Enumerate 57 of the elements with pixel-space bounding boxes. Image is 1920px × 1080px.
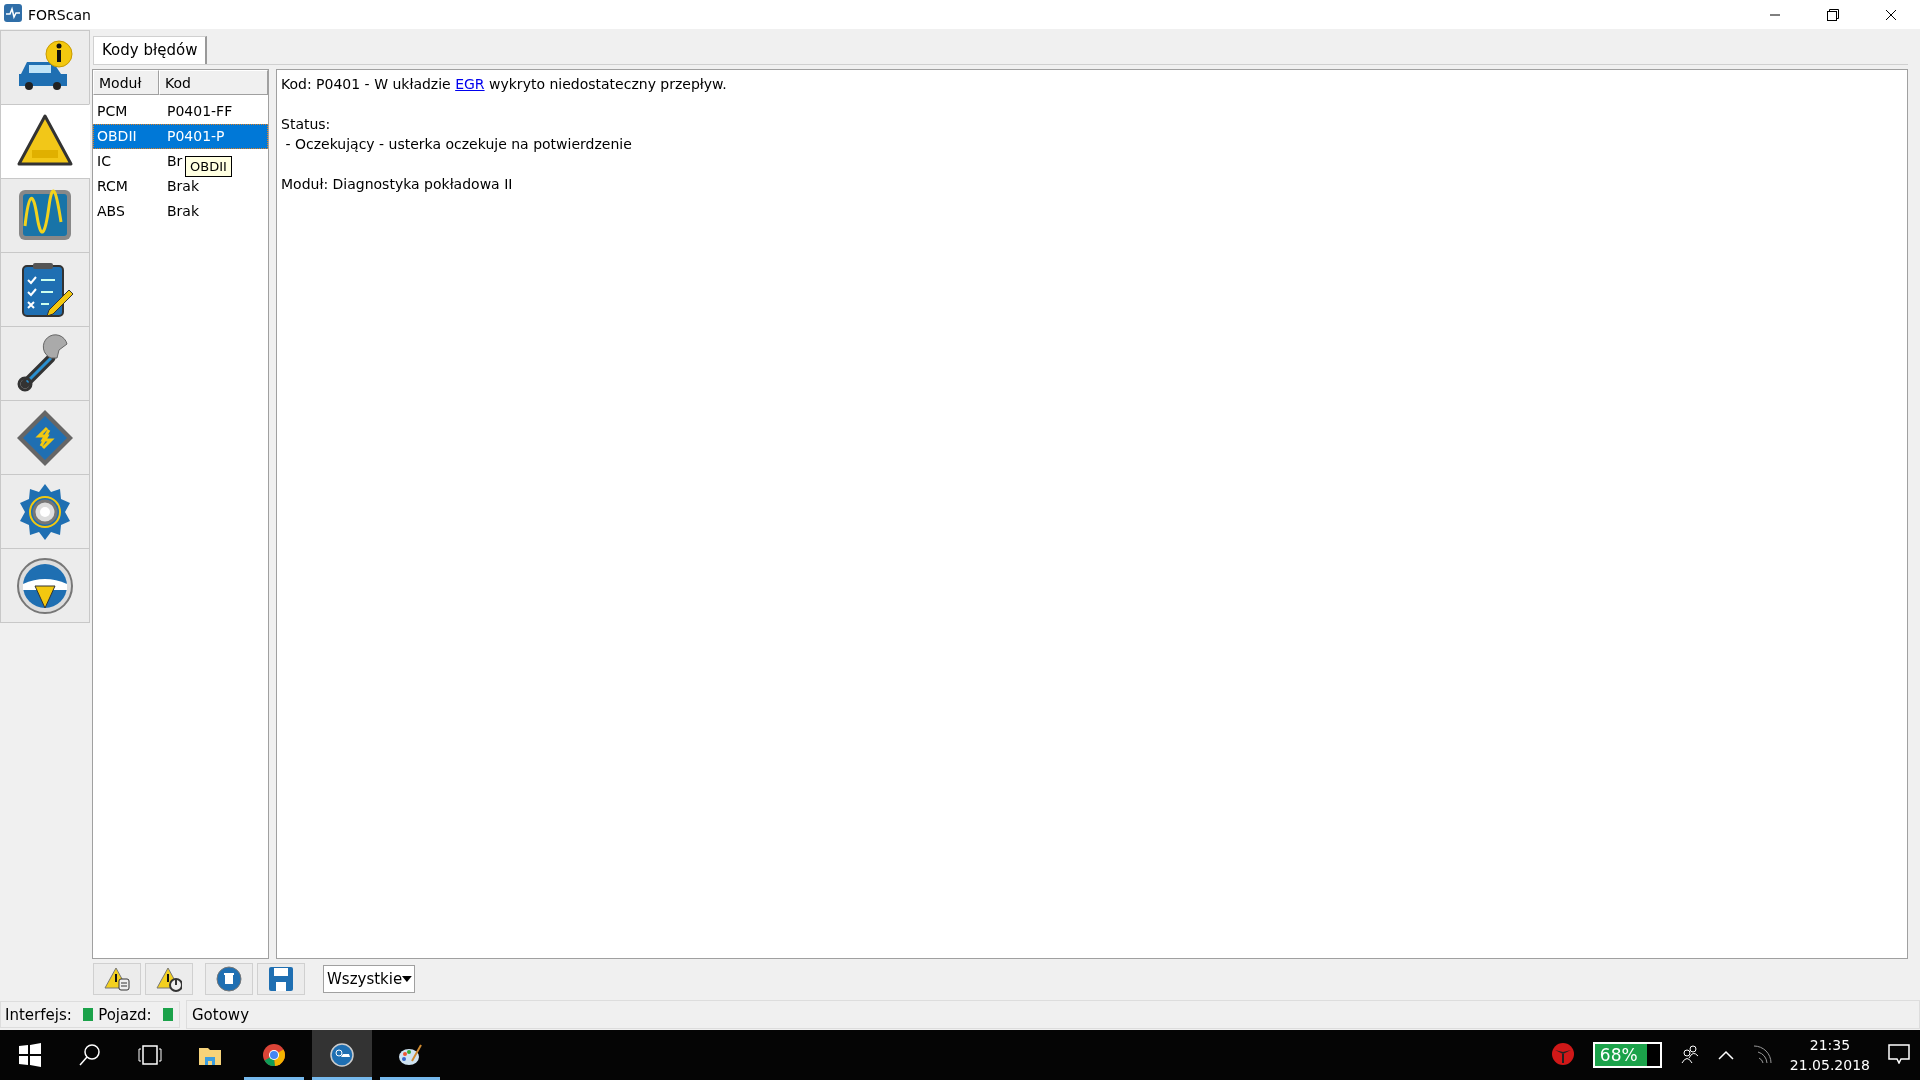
status-label: Pojazd: xyxy=(98,1005,152,1024)
app-icon xyxy=(4,4,22,22)
wifi-icon xyxy=(1751,1043,1772,1064)
people-icon xyxy=(1679,1043,1700,1064)
task-view-icon xyxy=(138,1043,162,1067)
module-text: Moduł: Diagnostyka pokładowa II xyxy=(281,175,514,194)
car-search-icon xyxy=(330,1043,354,1067)
table-cell-text: Br xyxy=(166,152,183,171)
table-cell-text: P0401-FF xyxy=(166,102,233,121)
table-cell-text: OBDII xyxy=(96,127,138,146)
save-icon xyxy=(268,966,294,992)
sidebar-button[interactable] xyxy=(0,252,90,327)
windows-start-icon xyxy=(19,1043,41,1067)
table-cell-text: P0401-P xyxy=(166,127,225,146)
toolbar-button[interactable] xyxy=(145,963,193,995)
table-cell-text: RCM xyxy=(96,177,129,196)
taskbar-button[interactable] xyxy=(312,1030,372,1080)
close-icon xyxy=(1885,8,1897,21)
egr-link[interactable]: EGR xyxy=(455,76,485,92)
dropdown-arrow-icon xyxy=(402,976,412,982)
table-cell-text: IC xyxy=(96,152,112,171)
notification-icon xyxy=(1888,1043,1910,1064)
restore-icon xyxy=(1827,8,1839,21)
sidebar-button[interactable] xyxy=(0,326,90,401)
battery-indicator: 68% xyxy=(1592,1042,1662,1068)
status-text: - Oczekujący - usterka oczekuje na potwierdzenie xyxy=(284,135,633,154)
column-header[interactable]: Moduł xyxy=(93,70,159,95)
steering-wheel-help-icon xyxy=(15,555,75,616)
chip-icon xyxy=(15,407,75,468)
toolbar-button[interactable] xyxy=(257,963,305,995)
status-label: Status: xyxy=(281,115,332,134)
table-cell-text: Brak xyxy=(166,177,200,196)
table-cell-text: ABS xyxy=(96,202,126,221)
filter-dropdown[interactable]: Wszystkie xyxy=(323,965,415,993)
selected-row[interactable]: OBDII P0401-P xyxy=(93,124,268,149)
sidebar-button[interactable] xyxy=(0,104,90,179)
sidebar-button[interactable] xyxy=(0,30,90,105)
tab[interactable]: Kody błędów xyxy=(93,36,208,64)
column-header[interactable]: Kod xyxy=(159,70,268,95)
tray-app-icon xyxy=(1550,1041,1575,1066)
toolbar-button[interactable] xyxy=(205,963,253,995)
search-icon xyxy=(78,1043,102,1067)
tooltip: OBDII xyxy=(185,156,232,177)
trash-icon xyxy=(216,966,242,992)
paint-palette-icon xyxy=(398,1043,422,1067)
table-cell-text: Brak xyxy=(166,202,200,221)
status-message: Gotowy xyxy=(192,1005,249,1024)
chrome-icon xyxy=(262,1043,286,1067)
status-label: Interfejs: xyxy=(5,1005,72,1024)
table-cell-text: PCM xyxy=(96,102,129,121)
warning-document-icon xyxy=(104,966,130,992)
description-text: Kod: P0401 - W układzie EGR wykryto niedostateczny przepływ. xyxy=(281,75,728,94)
clock-date[interactable]: 21.05.2018 xyxy=(1789,1055,1870,1075)
window-title: FORScan xyxy=(28,6,92,23)
clock-time[interactable]: 21:35 xyxy=(1809,1035,1851,1055)
chevron-up-icon xyxy=(1717,1050,1734,1060)
warning-power-icon xyxy=(156,966,182,992)
